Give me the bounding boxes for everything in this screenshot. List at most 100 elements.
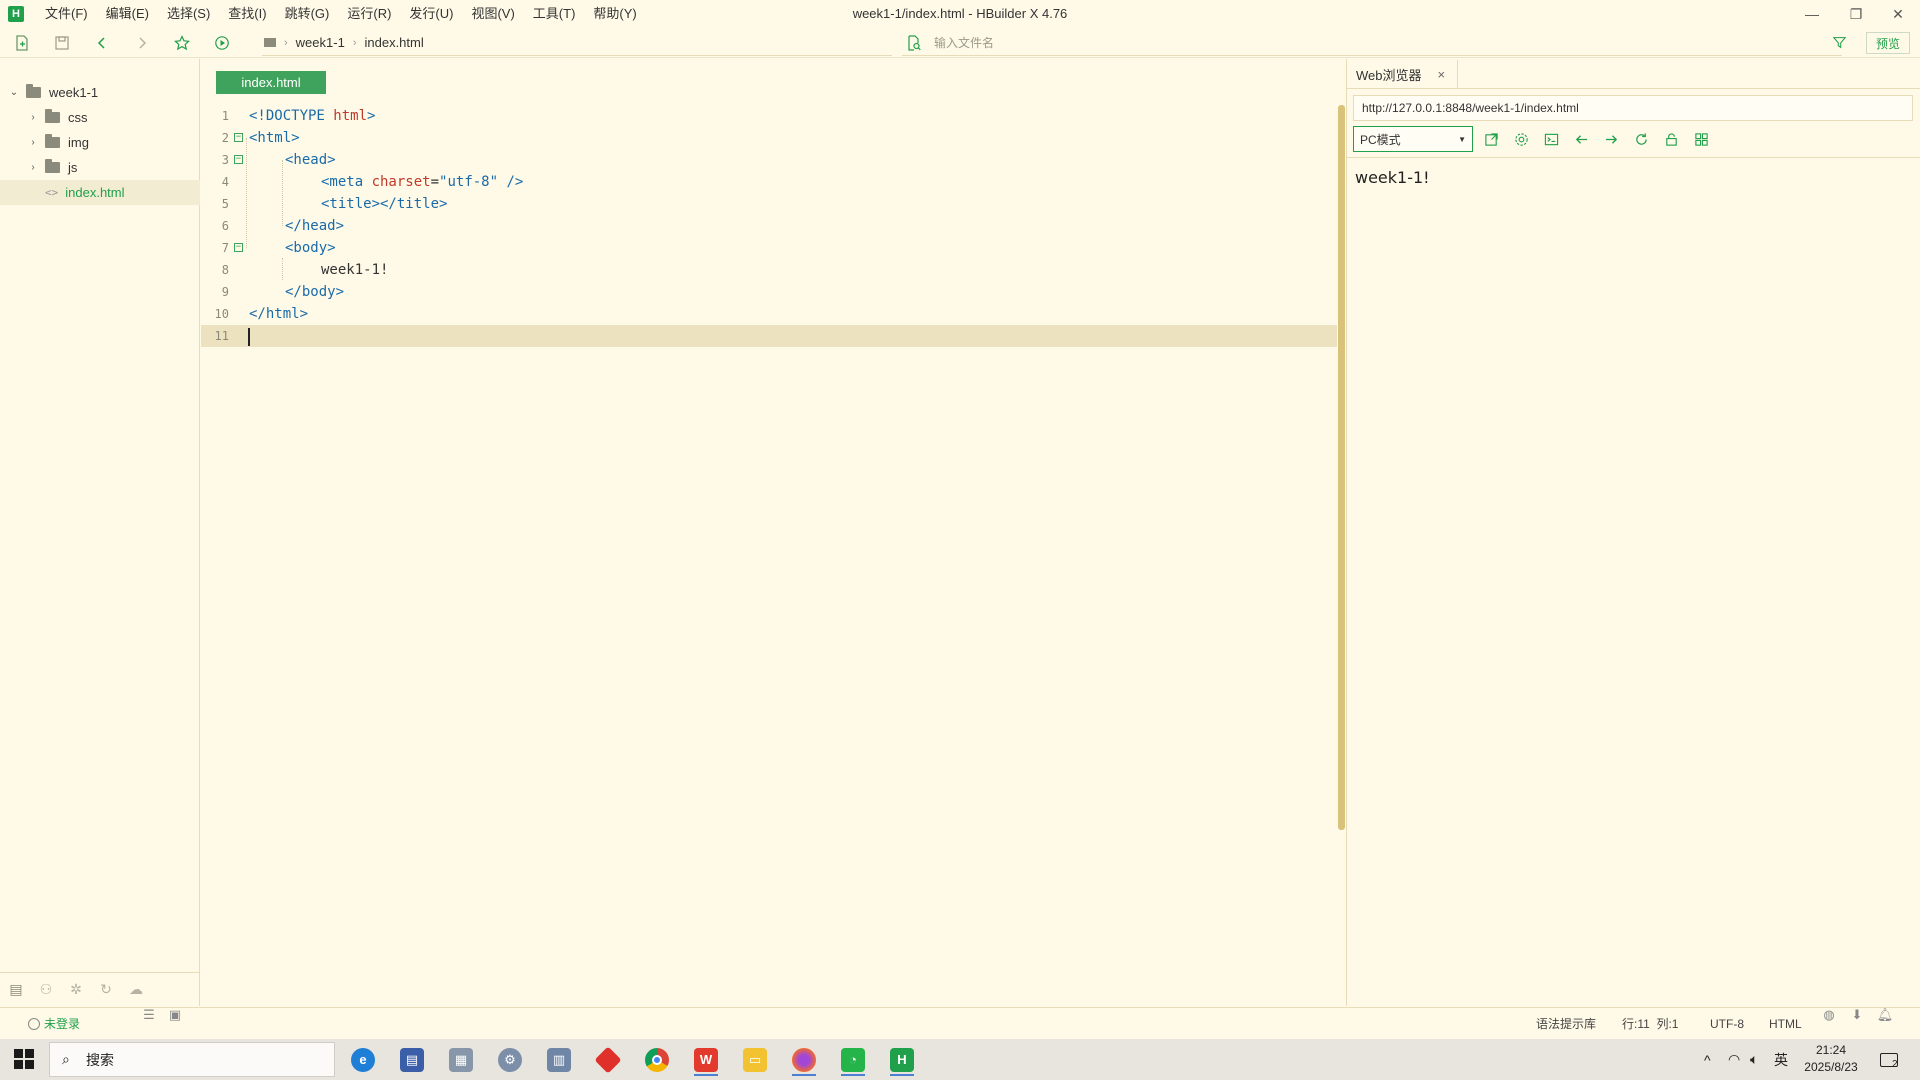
- chat-icon[interactable]: ◍: [1822, 1007, 1836, 1022]
- menu-view[interactable]: 视图(V): [462, 0, 523, 28]
- debug-icon[interactable]: ✲: [68, 981, 84, 998]
- browser-back-icon[interactable]: [1571, 128, 1591, 150]
- editor-scrollbar[interactable]: [1338, 105, 1345, 830]
- open-external-icon[interactable]: [1481, 128, 1501, 150]
- web-browser-panel: [1346, 59, 1920, 1006]
- fold-toggle-icon[interactable]: −: [234, 155, 243, 164]
- device-mode-select[interactable]: PC模式 ▼: [1353, 126, 1473, 152]
- clock-time: 21:24: [1815, 1043, 1847, 1057]
- editor-tab-index-html[interactable]: index.html: [216, 71, 326, 94]
- terminal-icon[interactable]: ▣: [168, 1007, 182, 1022]
- tree-item-index-html[interactable]: <> index.html: [0, 180, 200, 205]
- chevron-right-icon: ›: [31, 162, 35, 173]
- code-line: 3 − <head>: [221, 152, 336, 168]
- bell-icon[interactable]: 🔔︎: [1877, 1007, 1894, 1022]
- menu-find[interactable]: 查找(I): [219, 0, 275, 28]
- syntax-library[interactable]: 语法提示库: [1536, 1008, 1596, 1040]
- taskbar-app-icon[interactable]: ▤: [392, 1042, 432, 1077]
- tree-project-label: week1-1: [49, 85, 99, 100]
- menu-file[interactable]: 文件(F): [36, 0, 97, 28]
- close-tab-icon[interactable]: ×: [1438, 67, 1446, 82]
- lock-icon[interactable]: [1661, 128, 1681, 150]
- hbuilder-logo-icon: H: [8, 6, 24, 22]
- text-cursor: [248, 328, 250, 346]
- folder-icon: [45, 134, 60, 148]
- menu-bar: H 文件(F) 编辑(E) 选择(S) 查找(I) 跳转(G) 运行(R) 发行…: [0, 0, 1920, 28]
- back-icon[interactable]: [92, 33, 112, 53]
- menu-goto[interactable]: 跳转(G): [276, 0, 339, 28]
- taskbar-firefox-icon[interactable]: [784, 1042, 824, 1077]
- taskbar-file-explorer-icon[interactable]: ▭: [735, 1042, 775, 1077]
- tray-expand-icon[interactable]: ^: [1704, 1039, 1711, 1080]
- breadcrumb-file[interactable]: index.html: [364, 35, 423, 50]
- tree-item-js[interactable]: › js: [0, 155, 200, 180]
- download-icon[interactable]: ⬇: [1850, 1007, 1864, 1022]
- taskbar-search-box[interactable]: ⌕ 搜索: [49, 1042, 335, 1077]
- preview-button[interactable]: 预览: [1866, 32, 1910, 54]
- tree-project-week1-1[interactable]: ⌄ week1-1: [0, 80, 200, 105]
- network-icon[interactable]: ◠: [1728, 1039, 1740, 1080]
- url-input[interactable]: http://127.0.0.1:8848/week1-1/index.html: [1353, 95, 1913, 121]
- ime-indicator[interactable]: 英: [1774, 1039, 1788, 1080]
- folder-icon: [26, 84, 41, 98]
- forward-icon[interactable]: [132, 33, 152, 53]
- volume-icon[interactable]: 🔈︎: [1750, 1039, 1758, 1080]
- chevron-right-icon: ›: [31, 112, 35, 123]
- tab-web-browser[interactable]: Web浏览器 ×: [1346, 60, 1458, 88]
- tree-item-label: css: [68, 110, 88, 125]
- refresh-icon[interactable]: [1631, 128, 1651, 150]
- run-icon[interactable]: [212, 33, 232, 53]
- login-status[interactable]: 未登录: [28, 1008, 80, 1040]
- rendered-page-text: week1-1!: [1355, 168, 1430, 187]
- tree-item-css[interactable]: › css: [0, 105, 200, 130]
- file-encoding[interactable]: UTF-8: [1710, 1008, 1744, 1040]
- taskbar-edge-icon[interactable]: e: [343, 1042, 383, 1077]
- menu-tools[interactable]: 工具(T): [524, 0, 585, 28]
- qr-code-icon[interactable]: [1691, 128, 1711, 150]
- filter-icon[interactable]: [1830, 33, 1848, 51]
- new-file-icon[interactable]: [12, 33, 32, 53]
- menu-help[interactable]: 帮助(Y): [584, 0, 645, 28]
- menu-select[interactable]: 选择(S): [158, 0, 219, 28]
- close-button[interactable]: ✕: [1876, 0, 1920, 28]
- folder-icon: [45, 159, 60, 173]
- fold-toggle-icon[interactable]: −: [234, 133, 243, 142]
- minimize-button[interactable]: —: [1790, 0, 1834, 28]
- code-line: 2 − <html>: [221, 130, 300, 146]
- taskbar-app-icon[interactable]: ▥: [539, 1042, 579, 1077]
- project-manager-icon[interactable]: ▤: [8, 981, 24, 998]
- taskbar-clock[interactable]: 21:24 2025/8/23: [1796, 1042, 1866, 1076]
- taskbar-wechat-icon[interactable]: ◔: [833, 1042, 873, 1077]
- tree-item-img[interactable]: › img: [0, 130, 200, 155]
- taskbar-app-icon[interactable]: ▦: [441, 1042, 481, 1077]
- chevron-down-icon: ⌄: [9, 87, 19, 98]
- menu-edit[interactable]: 编辑(E): [97, 0, 158, 28]
- source-control-icon[interactable]: ↻: [98, 981, 114, 998]
- breadcrumb-project[interactable]: week1-1: [296, 35, 345, 50]
- file-search-input[interactable]: [934, 35, 1634, 50]
- language-mode[interactable]: HTML: [1769, 1008, 1802, 1040]
- favorite-star-icon[interactable]: [172, 33, 192, 53]
- console-icon[interactable]: [1541, 128, 1561, 150]
- user-icon: [28, 1018, 40, 1030]
- taskbar-app-icon[interactable]: [588, 1042, 628, 1077]
- cloud-icon[interactable]: ☁: [128, 981, 144, 998]
- taskbar-settings-icon[interactable]: ⚙: [490, 1042, 530, 1077]
- taskbar-chrome-icon[interactable]: [637, 1042, 677, 1077]
- fold-toggle-icon[interactable]: −: [234, 243, 243, 252]
- taskbar-wps-icon[interactable]: W: [686, 1042, 726, 1077]
- menu-run[interactable]: 运行(R): [338, 0, 400, 28]
- code-line: 9 </body>: [221, 284, 345, 300]
- taskbar-hbuilder-icon[interactable]: H: [882, 1042, 922, 1077]
- tree-item-label: img: [68, 135, 89, 150]
- browser-forward-icon[interactable]: [1601, 128, 1621, 150]
- windows-start-icon[interactable]: [14, 1049, 34, 1069]
- menu-publish[interactable]: 发行(U): [400, 0, 462, 28]
- save-icon[interactable]: [52, 33, 72, 53]
- outline-icon[interactable]: ☰: [142, 1007, 156, 1022]
- settings-gear-icon[interactable]: [1511, 128, 1531, 150]
- cursor-position[interactable]: 行:11 列:1: [1622, 1008, 1678, 1040]
- plugin-icon[interactable]: ⚇: [38, 981, 54, 998]
- restore-button[interactable]: ❐: [1834, 0, 1878, 28]
- notification-center-icon[interactable]: 2: [1880, 1039, 1898, 1080]
